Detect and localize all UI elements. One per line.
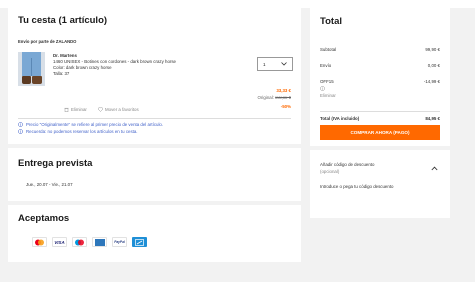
paypal-icon: PayPal (112, 237, 127, 247)
payments-card: Aceptamos VISA PayPal (8, 205, 301, 262)
product-brand[interactable]: Dr. Martens (53, 53, 77, 59)
shipping-value: 0,00 € (427, 63, 440, 68)
note-reservation: Recuerda: no podemos reservar los artícu… (18, 129, 138, 135)
discount-badge: -50% (280, 104, 291, 109)
boot-left (22, 76, 31, 84)
quantity-select[interactable]: 1 (257, 57, 293, 71)
checkout-button[interactable]: COMPRAR AHORA (PAGO) (320, 125, 440, 140)
heart-icon (98, 107, 103, 113)
quantity-value: 1 (263, 61, 266, 67)
remove-label: Eliminar (71, 107, 87, 112)
total-label: Total (IVA incluido) (320, 116, 360, 121)
total-row: Total (IVA incluido) 84,95 € (320, 116, 440, 122)
amex-icon (92, 237, 107, 247)
offer-remove-link[interactable]: Eliminar (320, 93, 336, 99)
summary-title: Total (320, 16, 342, 27)
delivery-title: Entrega prevista (18, 158, 93, 169)
cart-divider (18, 118, 291, 119)
delivery-card: Entrega prevista Jue., 20.07 - Vie., 21.… (8, 148, 301, 201)
offer-label: OFF15 (320, 79, 334, 84)
note-text: Recuerda: no podemos reservar los artícu… (26, 129, 138, 134)
shipping-row: Envío 0,00 € (320, 63, 440, 69)
visa-label: VISA (54, 239, 65, 245)
info-icon (18, 122, 23, 128)
top-strip (0, 0, 475, 8)
trash-icon (64, 108, 69, 113)
cart-title: Tu cesta (1 artículo) (18, 15, 108, 26)
product-name[interactable]: 1460 UNISEX - Botines con cordones - dar… (53, 59, 253, 65)
discount-code-subtitle: (opcional) (320, 169, 340, 174)
shipping-label: Envío (320, 63, 332, 68)
shipper-label: Envío por parte de ZALANDO (18, 39, 77, 44)
product-price: 33,33 € (276, 88, 291, 93)
summary-card: Total Subtotal 99,90 € Envío 0,00 € OFF1… (310, 8, 450, 146)
original-price: xxx,xx € (275, 95, 291, 100)
chevron-down-icon (281, 62, 287, 66)
remove-link[interactable]: Eliminar (64, 107, 87, 113)
move-to-favorites-link[interactable]: Mover a favoritos (98, 107, 139, 113)
jeans-split (31, 58, 32, 76)
mastercard-icon (32, 237, 47, 247)
subtotal-row: Subtotal 99,90 € (320, 47, 440, 53)
note-original-price: Precio "Originalmente" se refiere al pri… (18, 122, 163, 128)
subtotal-value: 99,90 € (425, 47, 440, 52)
maestro-icon (72, 237, 87, 247)
boot-right (32, 76, 42, 84)
note-text: Precio "Originalmente" se refiere al pri… (26, 122, 164, 127)
delivery-dates: Jue., 20.07 - Vie., 21.07 (26, 182, 73, 187)
discount-code-card: Añadir código de descuento (opcional) In… (310, 150, 450, 218)
summary-divider (320, 111, 440, 112)
subtotal-label: Subtotal (320, 47, 337, 52)
original-label: Original: (257, 95, 274, 100)
product-size: Talla: 37 (53, 71, 70, 76)
discount-code-title[interactable]: Añadir código de descuento (320, 162, 374, 168)
gift-card-icon (132, 237, 147, 247)
paypal-label: PayPal (114, 240, 125, 244)
payments-title: Aceptamos (18, 213, 70, 224)
offer-row: OFF15 -14,99 € (320, 79, 440, 85)
total-value: 84,95 € (425, 116, 440, 121)
offer-value: -14,99 € (423, 79, 440, 84)
cart-card: Tu cesta (1 artículo) Envío por parte de… (8, 8, 301, 144)
info-icon (18, 129, 23, 135)
info-icon (320, 86, 325, 91)
favorites-label: Mover a favoritos (105, 107, 139, 112)
chevron-up-icon[interactable] (431, 166, 438, 171)
product-color: Color: dark brown crazy horse (53, 65, 112, 70)
original-price-row: Original: xxx,xx € (258, 95, 291, 101)
discount-code-input[interactable]: Introduce o pega tu código descuento (320, 184, 440, 190)
payment-methods: VISA PayPal (32, 237, 147, 247)
product-image[interactable] (18, 52, 45, 86)
visa-icon: VISA (52, 237, 67, 247)
